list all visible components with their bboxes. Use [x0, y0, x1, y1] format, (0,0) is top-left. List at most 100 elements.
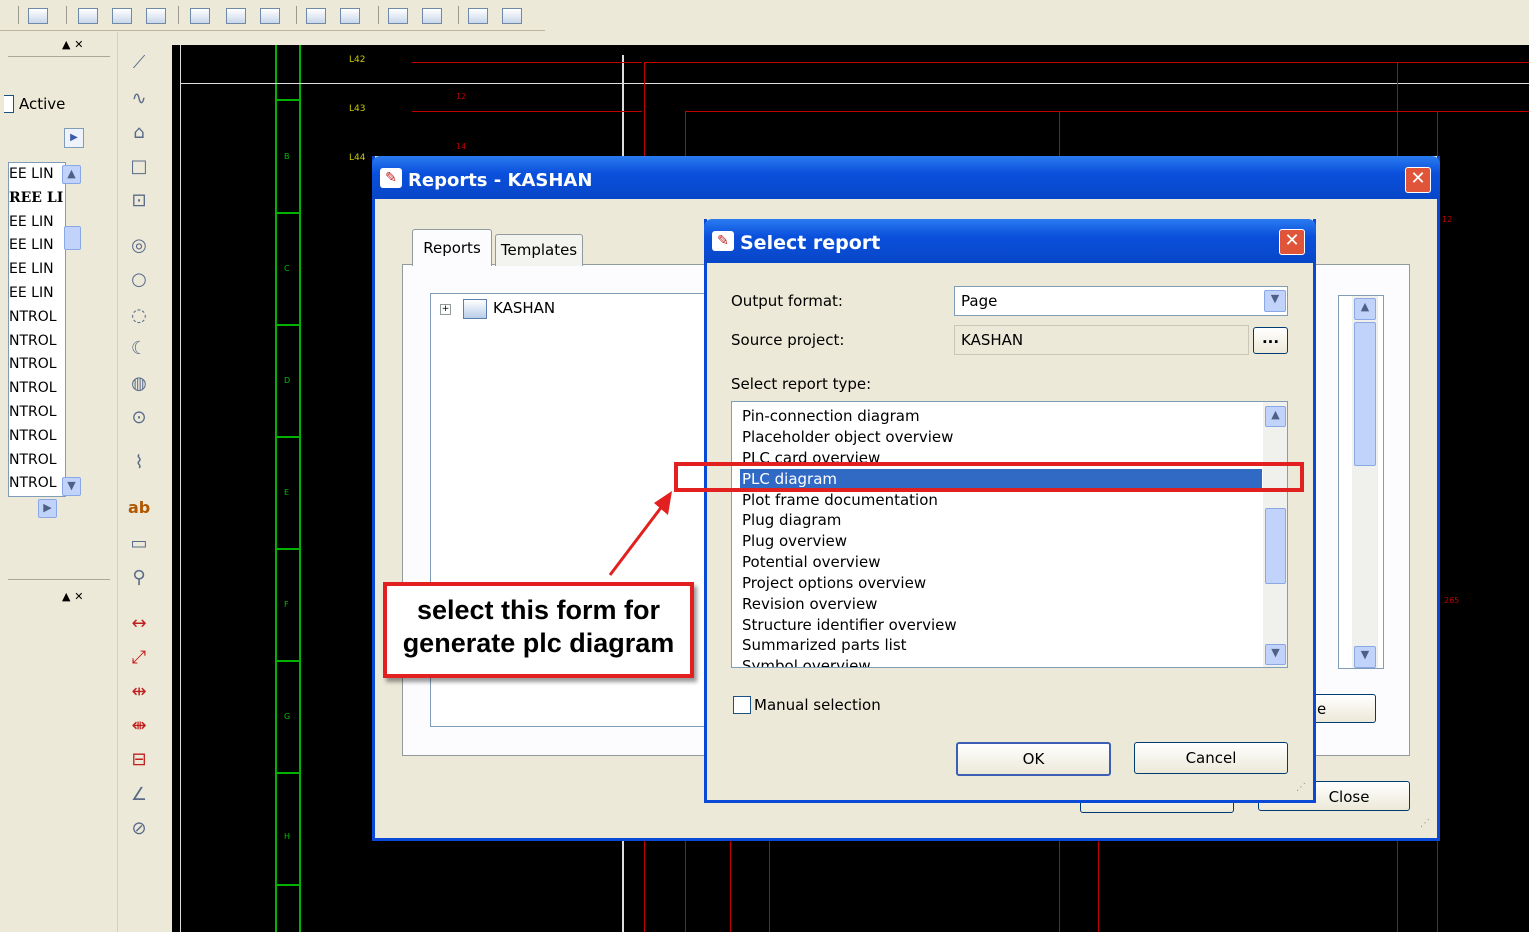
toolbar-icon[interactable]	[422, 8, 442, 24]
toolbar-icon[interactable]	[146, 8, 166, 24]
list-item[interactable]: EE LIN	[9, 258, 65, 282]
pin-number: 12	[456, 92, 467, 101]
list-item[interactable]: NTROL	[9, 306, 65, 330]
list-item[interactable]: Summarized parts list	[742, 635, 907, 655]
circle-3pt-icon[interactable]: ○	[128, 269, 150, 291]
arc-icon[interactable]: ◌	[128, 305, 150, 327]
scroll-down-icon[interactable]: ▼	[1265, 644, 1286, 665]
grid-line	[275, 324, 301, 326]
toolbar-icon[interactable]	[340, 8, 360, 24]
list-item[interactable]: Revision overview	[742, 594, 877, 614]
polyline-icon[interactable]: ∿	[128, 88, 150, 110]
scroll-up-icon[interactable]: ▲	[62, 165, 81, 184]
list-item[interactable]: NTROL	[9, 377, 65, 401]
reports-titlebar[interactable]: ✎ Reports - KASHAN	[372, 156, 1440, 199]
list-item[interactable]: NTROL	[9, 401, 65, 425]
dock-panel-controls[interactable]: ▲ ✕	[62, 590, 84, 603]
text-icon[interactable]: ab	[128, 497, 150, 519]
list-item[interactable]: Project options overview	[742, 573, 926, 593]
chain-dimension-icon[interactable]: ⇹	[128, 681, 150, 703]
list-item[interactable]: NTROL	[9, 353, 65, 377]
list-item[interactable]: REE LI	[9, 187, 65, 211]
resize-grip-icon[interactable]: ⋰	[1296, 782, 1306, 793]
scrollbar-thumb[interactable]	[64, 226, 81, 250]
browse-button[interactable]: ...	[1253, 327, 1288, 354]
play-icon[interactable]: ▶	[64, 128, 84, 148]
scroll-up-icon[interactable]: ▲	[1265, 406, 1286, 427]
scroll-down-icon[interactable]: ▼	[62, 477, 81, 496]
scroll-down-icon[interactable]: ▼	[1354, 646, 1376, 668]
toolbar-icon[interactable]	[28, 8, 48, 24]
grid-line	[275, 660, 301, 662]
tree-root-label[interactable]: KASHAN	[493, 299, 555, 317]
list-item[interactable]: Symbol overview	[742, 656, 871, 667]
list-item[interactable]: EE LIN	[9, 163, 65, 187]
list-item[interactable]: EE LIN	[9, 234, 65, 258]
angle-dimension-icon[interactable]: ∠	[128, 784, 150, 806]
toolbar-icon[interactable]	[502, 8, 522, 24]
ok-button[interactable]: OK	[956, 742, 1111, 776]
list-item[interactable]: Plot frame documentation	[742, 490, 938, 510]
ellipse-icon[interactable]: ⊙	[128, 407, 150, 429]
chevron-down-icon[interactable]: ▼	[1264, 290, 1286, 312]
list-item[interactable]: Placeholder object overview	[742, 427, 953, 447]
output-format-select[interactable]: Page	[954, 286, 1288, 316]
scroll-up-icon[interactable]: ▲	[1354, 298, 1376, 320]
close-icon[interactable]: ✕	[1405, 167, 1431, 193]
list-item[interactable]: NTROL	[9, 472, 65, 496]
cancel-button[interactable]: Cancel	[1134, 742, 1288, 774]
sector-icon[interactable]: ◍	[128, 373, 150, 395]
spline-icon[interactable]: ⌇	[128, 452, 150, 474]
toolbar-icon[interactable]	[260, 8, 280, 24]
toolbar-icon[interactable]	[388, 8, 408, 24]
rectangle-icon[interactable]: □	[128, 156, 150, 178]
row-letter: E	[284, 488, 290, 497]
list-item[interactable]: NTROL	[9, 330, 65, 354]
scrollbar-thumb[interactable]	[1354, 322, 1376, 466]
list-item[interactable]: Potential overview	[742, 552, 880, 572]
arc-3pt-icon[interactable]: ☾	[128, 338, 150, 360]
pin-number: 12	[1442, 215, 1453, 224]
scrollbar-thumb[interactable]	[1265, 508, 1286, 584]
toolbar-icon[interactable]	[468, 8, 488, 24]
list-item[interactable]: NTROL	[9, 425, 65, 449]
expand-icon[interactable]: +	[440, 304, 451, 315]
list-item[interactable]: Plug diagram	[742, 510, 841, 530]
manual-selection-checkbox[interactable]	[733, 696, 751, 714]
radius-dimension-icon[interactable]: ⊘	[128, 818, 150, 840]
toolbar-icon[interactable]	[78, 8, 98, 24]
toolbar-icon[interactable]	[190, 8, 210, 24]
insert-icon[interactable]: ⊡	[128, 190, 150, 212]
line-icon[interactable]: ⟋	[128, 52, 150, 74]
toolbar-icon[interactable]	[306, 8, 326, 24]
active-checkbox[interactable]	[4, 95, 14, 113]
toolbar-icon[interactable]	[226, 8, 246, 24]
dock-panel-controls[interactable]: ▲ ✕	[62, 38, 84, 51]
close-icon[interactable]: ✕	[1279, 229, 1305, 255]
list-item[interactable]: Pin-connection diagram	[742, 406, 920, 426]
polygon-icon[interactable]: ⌂	[128, 122, 150, 144]
list-item[interactable]: EE LIN	[9, 282, 65, 306]
list-scrollbar[interactable]: ▲ ▼	[1263, 402, 1287, 667]
circle-icon[interactable]: ◎	[128, 235, 150, 257]
list-item[interactable]: NTROL	[9, 449, 65, 473]
list-item[interactable]: Structure identifier overview	[742, 615, 957, 635]
report-type-list[interactable]: Pin-connection diagram Placeholder objec…	[731, 401, 1288, 668]
tab-reports[interactable]: Reports	[412, 229, 492, 266]
select-report-titlebar[interactable]: ✎ Select report	[704, 219, 1316, 263]
left-list[interactable]: EE LIN REE LI EE LIN EE LIN EE LIN EE LI…	[8, 162, 66, 497]
stacked-dimension-icon[interactable]: ⊟	[128, 749, 150, 771]
toolbar-icon[interactable]	[112, 8, 132, 24]
resize-grip-icon[interactable]: ⋰	[1420, 818, 1430, 829]
list-item[interactable]: Plug overview	[742, 531, 847, 551]
link-icon[interactable]: ⚲	[128, 567, 150, 589]
baseline-dimension-icon[interactable]: ⇼	[128, 715, 150, 737]
grid-scrollbar[interactable]: ▲ ▼	[1352, 296, 1378, 668]
toolbar-separator	[178, 6, 179, 24]
aligned-dimension-icon[interactable]: ⤢	[128, 647, 150, 669]
tab-templates[interactable]: Templates	[495, 234, 583, 266]
list-item[interactable]: EE LIN	[9, 211, 65, 235]
dimension-icon[interactable]: ↔	[128, 613, 150, 635]
scroll-right-icon[interactable]: ▶	[38, 499, 57, 518]
image-icon[interactable]: ▭	[128, 533, 150, 555]
